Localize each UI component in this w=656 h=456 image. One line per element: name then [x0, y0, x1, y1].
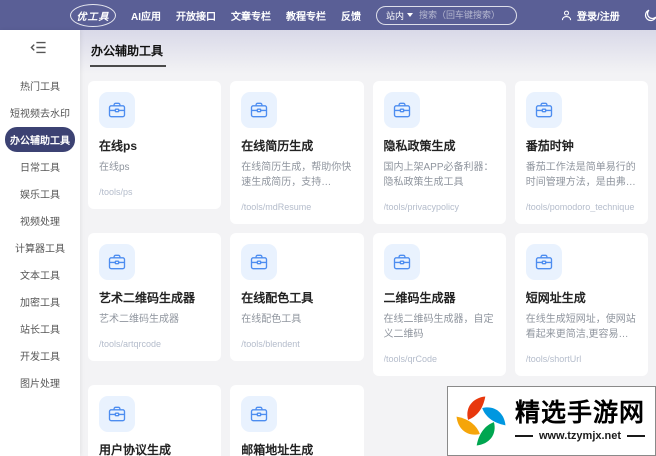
sidebar-item-hot-tools[interactable]: 热门工具 [5, 73, 75, 98]
search-input[interactable] [419, 10, 508, 20]
tool-card-description: 在线ps [99, 162, 130, 173]
tool-card-path: /tools/mdResume [241, 202, 312, 212]
watermark-text: 精选手游网 www.tzymjx.net [514, 399, 645, 442]
sidebar-category-list: 热门工具 短视频去水印 办公辅助工具 日常工具 娱乐工具 视频处理 计算器工具 … [0, 72, 80, 396]
briefcase-icon [525, 244, 562, 280]
sidebar-item-image-processing[interactable]: 图片处理 [5, 370, 75, 395]
tool-card-title: 短网址生成 [525, 291, 586, 305]
site-logo[interactable]: 优工具 [70, 3, 116, 27]
tool-card-title: 隐私政策生成 [383, 139, 456, 153]
briefcase-icon [241, 396, 278, 432]
pinwheel-logo-icon [456, 396, 506, 446]
tool-card-title: 在线ps [99, 139, 138, 153]
watermark-site-name: 精选手游网 [514, 399, 645, 428]
briefcase-icon [99, 244, 135, 280]
tool-card-privacy-policy[interactable]: 隐私政策生成 国内上架APP必备利器：隐私政策生成工具 /tools/priva… [372, 81, 506, 224]
briefcase-icon [99, 396, 135, 432]
tool-card-description: 在线二维码生成器，自定义二维码 [383, 314, 494, 340]
sidebar-item-text-tools[interactable]: 文本工具 [5, 262, 75, 287]
dark-mode-moon-icon[interactable] [643, 8, 656, 23]
sidebar-item-dev-tools[interactable]: 开发工具 [5, 343, 75, 368]
briefcase-icon [525, 92, 562, 128]
nav-menu: AI应用 开放接口 文章专栏 教程专栏 反馈 [131, 8, 361, 23]
tool-card-color-palette[interactable]: 在线配色工具 在线配色工具 /tools/blendent [230, 233, 364, 361]
tool-card-description: 番茄工作法是简单易行的时间管理方法，是由弗朗西斯科·西里… [525, 162, 636, 188]
tool-card-description: 在线生成短网址，使网站看起来更简洁,更容易记忆 [525, 314, 636, 340]
tool-card-terms-generator[interactable]: 用户协议生成 在线用户协议生成 /tools/terms-and-conditi… [88, 385, 222, 456]
briefcase-icon [383, 244, 420, 280]
briefcase-icon [383, 92, 420, 128]
menu-fold-icon[interactable] [30, 40, 47, 55]
search-bar: 站内 [376, 5, 518, 25]
tool-card-title: 在线简历生成 [241, 139, 314, 153]
tool-card-short-url[interactable]: 短网址生成 在线生成短网址，使网站看起来更简洁,更容易记忆 /tools/sho… [514, 233, 648, 376]
tool-card-online-ps[interactable]: 在线ps 在线ps /tools/ps [88, 81, 222, 209]
nav-item-ai-apps[interactable]: AI应用 [131, 8, 161, 23]
briefcase-icon [241, 92, 278, 128]
tool-card-resume-generator[interactable]: 在线简历生成 在线简历生成，帮助你快速生成简历，支持markdown、普通… /… [230, 81, 364, 224]
sidebar-item-daily-tools[interactable]: 日常工具 [5, 154, 75, 179]
tool-card-email-generator[interactable]: 邮箱地址生成 在线批量邮箱地址生成 /tools/mail_address_cr… [230, 385, 364, 456]
sidebar: 热门工具 短视频去水印 办公辅助工具 日常工具 娱乐工具 视频处理 计算器工具 … [0, 30, 80, 456]
nav-item-tutorials[interactable]: 教程专栏 [286, 8, 326, 23]
divider [627, 434, 645, 437]
briefcase-icon [241, 244, 278, 280]
login-register-button[interactable]: 登录/注册 [560, 8, 620, 23]
tool-card-description: 艺术二维码生成器 [99, 314, 179, 325]
tool-card-title: 番茄时钟 [525, 139, 574, 153]
tool-card-pomodoro[interactable]: 番茄时钟 番茄工作法是简单易行的时间管理方法，是由弗朗西斯科·西里… /tool… [514, 81, 648, 224]
sidebar-item-entertainment-tools[interactable]: 娱乐工具 [5, 181, 75, 206]
tool-card-path: /tools/qrCode [383, 354, 438, 364]
watermark-url-row: www.tzymjx.net [514, 429, 645, 442]
tool-card-path: /tools/shortUrl [525, 354, 582, 364]
tool-card-path: /tools/privacypolicy [383, 202, 460, 212]
tool-card-title: 在线配色工具 [241, 291, 314, 305]
watermark-site-url: www.tzymjx.net [538, 429, 622, 442]
search-scope-dropdown[interactable]: 站内 [386, 9, 414, 22]
tool-card-description: 在线配色工具 [241, 314, 302, 325]
tool-card-title: 二维码生成器 [383, 291, 456, 305]
sidebar-item-webmaster-tools[interactable]: 站长工具 [5, 316, 75, 341]
site-logo-text: 优工具 [76, 11, 110, 23]
chevron-down-icon [407, 13, 414, 17]
tool-card-title: 邮箱地址生成 [241, 443, 314, 456]
nav-item-open-api[interactable]: 开放接口 [176, 8, 216, 23]
search-scope-label: 站内 [386, 10, 405, 21]
sidebar-item-video-watermark[interactable]: 短视频去水印 [5, 100, 75, 125]
login-register-label: 登录/注册 [577, 11, 620, 23]
sidebar-item-calculator-tools[interactable]: 计算器工具 [5, 235, 75, 260]
page-title: 办公辅助工具 [90, 42, 167, 67]
tool-card-art-qrcode[interactable]: 艺术二维码生成器 艺术二维码生成器 /tools/artqrcode [88, 233, 222, 361]
user-icon [561, 10, 572, 20]
tool-card-title: 用户协议生成 [99, 443, 172, 456]
sidebar-item-video-processing[interactable]: 视频处理 [5, 208, 75, 233]
tool-card-description: 国内上架APP必备利器：隐私政策生成工具 [383, 162, 494, 188]
tool-card-path: /tools/pomodoro_technique [525, 202, 635, 212]
tool-card-qrcode-generator[interactable]: 二维码生成器 在线二维码生成器，自定义二维码 /tools/qrCode [372, 233, 506, 376]
nav-item-articles[interactable]: 文章专栏 [231, 8, 271, 23]
top-navbar: 优工具 AI应用 开放接口 文章专栏 教程专栏 反馈 站内 登录/注册 [0, 0, 656, 30]
tool-card-path: /tools/artqrcode [99, 339, 162, 349]
site-watermark: 精选手游网 www.tzymjx.net [446, 386, 656, 456]
briefcase-icon [99, 92, 135, 128]
tool-card-description: 在线简历生成，帮助你快速生成简历，支持markdown、普通… [241, 162, 352, 188]
tool-card-title: 艺术二维码生成器 [99, 291, 196, 305]
sidebar-item-office-tools[interactable]: 办公辅助工具 [5, 127, 75, 152]
divider [514, 434, 533, 437]
tool-card-path: /tools/ps [99, 187, 133, 197]
sidebar-item-encryption-tools[interactable]: 加密工具 [5, 289, 75, 314]
tool-card-path: /tools/blendent [241, 339, 300, 349]
nav-item-feedback[interactable]: 反馈 [341, 8, 361, 23]
